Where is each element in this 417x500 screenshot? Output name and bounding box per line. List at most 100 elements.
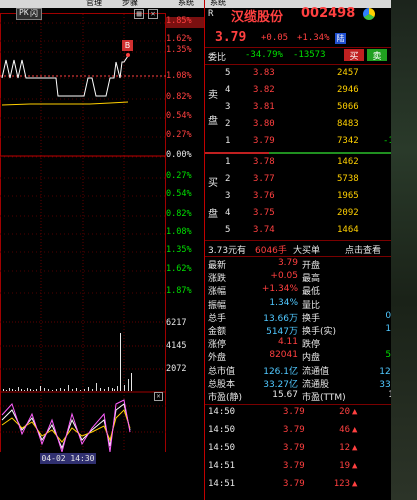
volume-bar xyxy=(36,389,37,391)
order-level: 4 xyxy=(225,208,231,218)
grid-icon[interactable]: ▦ xyxy=(134,9,144,19)
stat-value: +0.05 xyxy=(270,271,298,282)
volume-bar xyxy=(6,390,7,391)
stock-name: 汉缆股份 xyxy=(231,10,284,25)
stat-label: 总股本 xyxy=(208,379,236,390)
volume-bar xyxy=(96,383,97,391)
volume-bar xyxy=(64,389,65,391)
sell-order-row[interactable]: 5 3.83 2457 xyxy=(205,68,417,81)
volume-bar xyxy=(52,390,53,391)
volume-bar xyxy=(60,388,61,391)
tick-row[interactable]: 14:503.7912▲4 xyxy=(205,443,417,456)
order-price: 3.79 xyxy=(253,136,275,146)
percent-tick-label: 1.87% xyxy=(166,286,192,296)
tick-row[interactable]: 14:503.7946▲12 xyxy=(205,425,417,438)
buy-point xyxy=(126,53,130,57)
buy-order-row[interactable]: 5 3.74 1464 xyxy=(205,225,417,238)
close-icon[interactable]: ✕ xyxy=(148,9,158,19)
order-volume: 2946 xyxy=(337,85,359,95)
buy-signal-badge[interactable]: B xyxy=(122,40,133,51)
tick-time: 14:50 xyxy=(208,443,236,453)
buy-order-book: 1 3.78 1462 2 3.77 5738 3 3.76 1965 4 3.75 2092 5 3.7… xyxy=(205,156,417,240)
stat-value: 1.34% xyxy=(269,297,298,308)
stat-value: 33.27亿 xyxy=(263,379,298,390)
order-level: 2 xyxy=(225,174,231,184)
price-change-percent: +1.34% xyxy=(297,33,330,43)
sell-order-row[interactable]: 13.797342-14 xyxy=(205,136,417,149)
volume-bar xyxy=(3,389,4,391)
order-volume: 1462 xyxy=(337,157,359,167)
divider xyxy=(205,64,417,65)
volume-bar xyxy=(27,388,28,391)
tick-time: 14:51 xyxy=(208,461,236,471)
order-level: 3 xyxy=(225,102,231,112)
percent-tick-label: 0.82% xyxy=(166,92,192,102)
order-volume: 2092 xyxy=(337,208,359,218)
tick-row[interactable]: 14:513.7919▲4 xyxy=(205,461,417,474)
tick-list[interactable]: 14:503.7920▲114:503.7946▲1214:503.7912▲4… xyxy=(205,406,417,500)
mode-label: 闪 xyxy=(30,9,38,18)
order-level: 5 xyxy=(225,225,231,235)
tick-direction: ▲ xyxy=(352,479,358,489)
price-change: +0.05 xyxy=(261,33,289,43)
tick-row[interactable]: 14:503.7920▲1 xyxy=(205,407,417,420)
sell-button[interactable]: 卖 xyxy=(367,49,387,62)
order-price: 3.83 xyxy=(253,68,275,78)
cursor-time-label: 04-02 14:30 xyxy=(40,453,96,464)
close-icon[interactable]: ✕ xyxy=(154,392,163,401)
percent-axis: 1.85% 1.62% 1.35% 1.08% 0.82% 0.54% 0.27% 0.00%… xyxy=(166,0,204,300)
big-order-link[interactable]: 点击查看 xyxy=(345,243,381,256)
percent-tick-label: 1.35% xyxy=(166,245,192,255)
sell-order-book: 5 3.83 2457 4 3.82 2946 3 3.81 5066 2 3.80 8483 1 3.7… xyxy=(205,66,417,152)
pk-button[interactable]: PK 闪 xyxy=(16,8,42,20)
volume-bar xyxy=(114,389,115,391)
buy-order-row[interactable]: 3 3.76 1965 xyxy=(205,191,417,204)
tick-price: 3.79 xyxy=(283,461,305,471)
pie-icon[interactable] xyxy=(363,8,375,20)
ratio-bar xyxy=(205,152,417,154)
order-price: 3.74 xyxy=(253,225,275,235)
buy-button[interactable]: 买 xyxy=(344,49,364,62)
quote-panel: R 汉缆股份 002498 3.79 +0.05 +1.34% 陆 委比 -34… xyxy=(204,0,417,500)
order-price: 3.76 xyxy=(253,191,275,201)
sell-order-row[interactable]: 4 3.82 2946 xyxy=(205,85,417,98)
stat-label: 外盘 xyxy=(208,353,227,364)
market-badge: 陆 xyxy=(335,33,346,44)
stat-label: 最低 xyxy=(302,287,321,298)
stat-row: 外盘82041内盘54604 xyxy=(205,350,417,363)
stat-value: 5147万 xyxy=(266,327,298,337)
volume-bar xyxy=(56,389,57,391)
stat-label: 量比 xyxy=(302,300,321,311)
buy-order-row[interactable]: 1 3.78 1462 xyxy=(205,157,417,170)
stat-label: 市盈(静) xyxy=(208,393,243,403)
order-volume: 7342 xyxy=(337,136,359,146)
sell-order-row[interactable]: 3 3.81 5066 xyxy=(205,102,417,115)
buy-order-row[interactable]: 4 3.75 2092 xyxy=(205,208,417,221)
volume-bar xyxy=(44,388,45,391)
tick-volume: 123 xyxy=(333,479,350,489)
weibi-value: -34.79% xyxy=(245,50,283,60)
volume-bar xyxy=(76,388,77,391)
tick-time: 14:51 xyxy=(208,479,236,489)
percent-tick-label: 0.54% xyxy=(166,189,192,199)
volume-bar xyxy=(112,388,113,391)
volume-bar xyxy=(84,389,85,391)
tick-time: 14:50 xyxy=(208,425,236,435)
order-level: 4 xyxy=(225,85,231,95)
buy-order-row[interactable]: 2 3.77 5738 xyxy=(205,174,417,187)
stock-header: R 汉缆股份 002498 3.79 +0.05 +1.34% 陆 xyxy=(205,0,417,48)
tick-row[interactable]: 14:513.79123▲3 xyxy=(205,479,417,492)
order-price: 3.75 xyxy=(253,208,275,218)
sell-order-row[interactable]: 2 3.80 8483 xyxy=(205,119,417,132)
tick-time: 14:50 xyxy=(208,407,236,417)
order-level: 1 xyxy=(225,157,231,167)
percent-tick-label: 0.27% xyxy=(166,171,192,181)
last-price: 3.79 xyxy=(215,30,247,45)
percent-tick-label: 0.27% xyxy=(166,130,192,140)
order-level: 3 xyxy=(225,191,231,201)
tick-volume: 19 xyxy=(339,461,350,471)
indicator-line-j xyxy=(1,399,131,454)
percent-tick-label: 1.08% xyxy=(166,71,192,81)
stat-value: 82041 xyxy=(269,350,298,361)
tick-price: 3.79 xyxy=(283,425,305,435)
